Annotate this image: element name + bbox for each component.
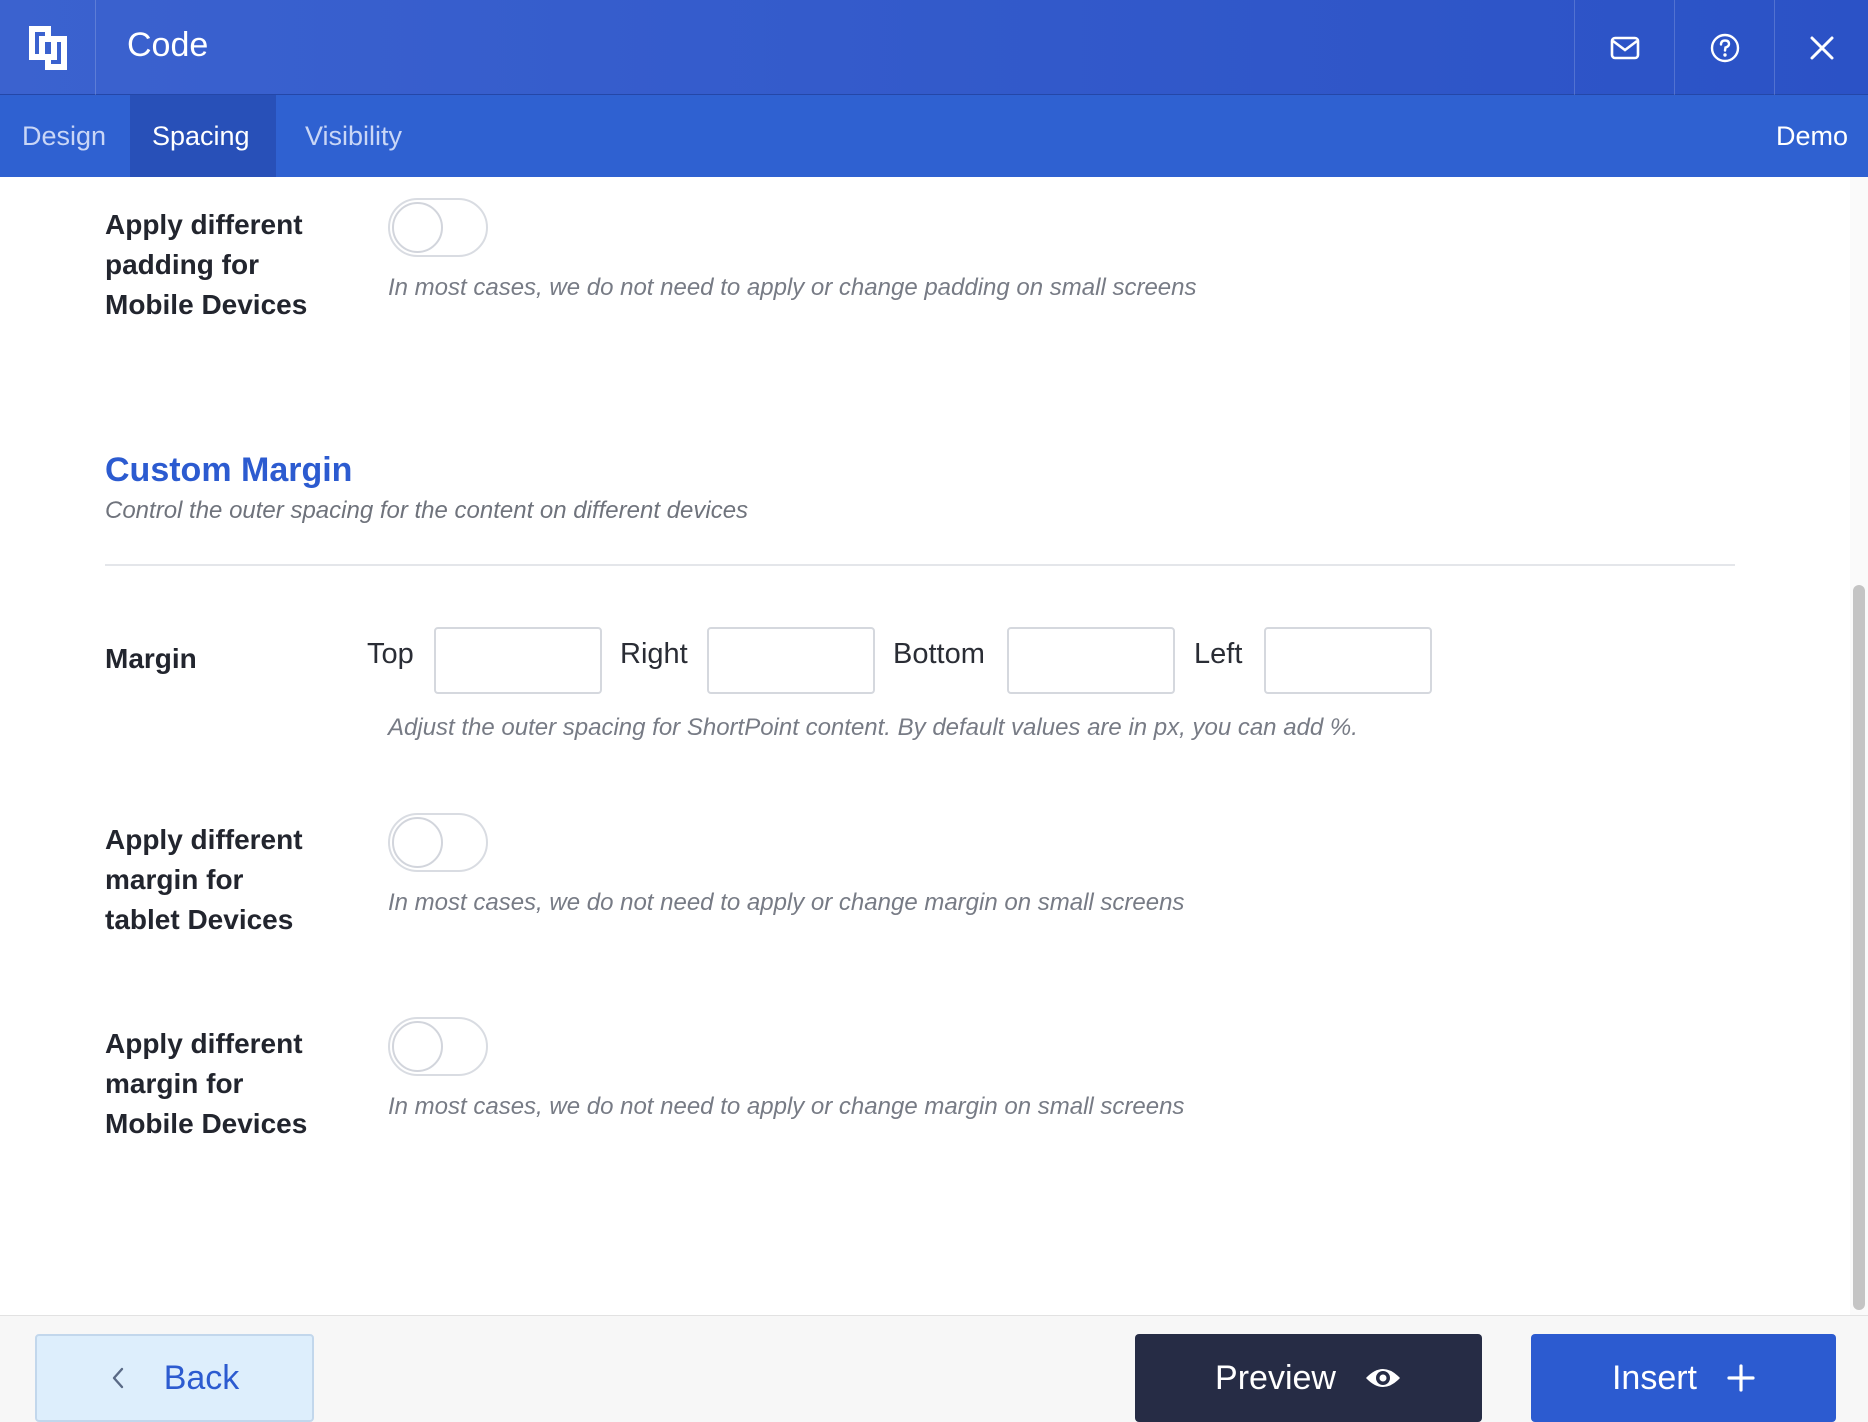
margin-right-label: Right (620, 638, 688, 670)
back-button[interactable]: Back (35, 1334, 314, 1422)
margin-top-label: Top (367, 638, 414, 670)
margin-mobile-toggle[interactable] (388, 1017, 488, 1076)
margin-tablet-toggle[interactable] (388, 813, 488, 872)
margin-tablet-label: Apply different margin for tablet Device… (105, 820, 303, 940)
margin-left-label: Left (1194, 638, 1243, 670)
eye-icon (1365, 1369, 1400, 1387)
toggle-knob (392, 817, 443, 868)
mail-button[interactable] (1574, 0, 1674, 95)
margin-bottom-input[interactable] (1007, 627, 1175, 694)
label-line: margin for (105, 864, 244, 895)
close-icon (1810, 36, 1833, 59)
margin-tablet-hint: In most cases, we do not need to apply o… (388, 889, 1185, 916)
spacing-panel: Apply different padding for Mobile Devic… (0, 177, 1850, 1315)
label-line: Mobile Devices (105, 1108, 308, 1139)
margin-mobile-hint: In most cases, we do not need to apply o… (388, 1093, 1185, 1120)
editor-dialog: Code Design Spacing Visibility Demo Appl… (0, 0, 1868, 1422)
margin-top-input[interactable] (434, 627, 602, 694)
toggle-knob (392, 202, 443, 253)
padding-mobile-hint: In most cases, we do not need to apply o… (388, 274, 1197, 301)
header-bar: Code (0, 0, 1868, 95)
margin-hint: Adjust the outer spacing for ShortPoint … (388, 714, 1358, 741)
insert-button[interactable]: Insert (1531, 1334, 1836, 1422)
label-line: Apply different (105, 824, 303, 855)
label-line: tablet Devices (105, 904, 294, 935)
margin-left-input[interactable] (1264, 627, 1432, 694)
margin-row-label: Margin (105, 643, 197, 674)
back-label: Back (163, 1358, 240, 1397)
tab-design[interactable]: Design (0, 95, 132, 177)
demo-link[interactable]: Demo (1776, 95, 1848, 177)
plus-icon (1727, 1364, 1755, 1392)
label-line: Apply different (105, 209, 303, 240)
margin-bottom-label: Bottom (893, 638, 985, 670)
preview-label: Preview (1215, 1358, 1336, 1397)
label-line: Apply different (105, 1028, 303, 1059)
help-button[interactable] (1674, 0, 1774, 95)
scrollbar-thumb[interactable] (1853, 585, 1865, 1310)
dialog-title: Code (127, 26, 209, 64)
margin-right-input[interactable] (707, 627, 875, 694)
section-title: Custom Margin (105, 451, 353, 489)
logo (0, 0, 96, 95)
margin-mobile-label: Apply different margin for Mobile Device… (105, 1024, 307, 1144)
footer-bar: Back Preview Insert (0, 1315, 1868, 1422)
tab-visibility[interactable]: Visibility (283, 95, 428, 177)
label-line: Mobile Devices (105, 289, 308, 320)
label-line: padding for (105, 249, 259, 280)
toggle-knob (392, 1021, 443, 1072)
mail-icon (1610, 36, 1639, 59)
padding-mobile-toggle[interactable] (388, 198, 488, 257)
tab-spacing[interactable]: Spacing (130, 95, 276, 177)
insert-label: Insert (1611, 1358, 1698, 1397)
close-button[interactable] (1774, 0, 1868, 95)
shortpoint-logo-icon (28, 25, 67, 70)
label-line: margin for (105, 1068, 244, 1099)
tab-bar: Design Spacing Visibility Demo (0, 95, 1868, 177)
padding-mobile-label: Apply different padding for Mobile Devic… (105, 205, 307, 325)
preview-button[interactable]: Preview (1135, 1334, 1482, 1422)
section-subtitle: Control the outer spacing for the conten… (105, 497, 749, 524)
section-divider (105, 564, 1735, 566)
chevron-left-icon (112, 1367, 123, 1389)
help-icon (1710, 33, 1739, 62)
